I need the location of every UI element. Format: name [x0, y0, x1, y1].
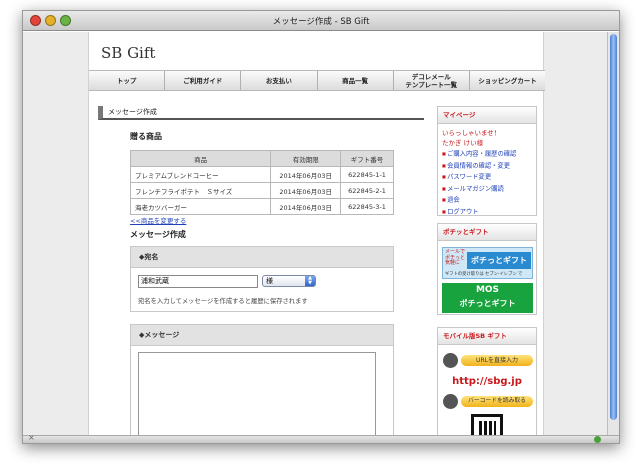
honorific-value: 様	[266, 277, 273, 285]
nav-payment[interactable]: お支払い	[241, 71, 318, 90]
nav-templates[interactable]: デコレメール テンプレート一覧	[394, 71, 470, 90]
message-create-heading: メッセージ作成	[130, 230, 186, 239]
gift-items-table: 商品 有効期限 ギフト番号 プレミアムブレンドコーヒー 2014年06月03日 …	[129, 150, 394, 215]
pochi-gift-title: ポチッとギフト	[438, 224, 536, 241]
mypage-link-unsubscribe[interactable]: 退会	[442, 194, 536, 206]
mypage-link-logout[interactable]: ログアウト	[442, 206, 536, 218]
welcome-text: いらっしゃいませ！	[442, 129, 501, 137]
pochi-brand-label: ポチっとギフト	[467, 252, 531, 269]
recipient-label: ◆宛名	[130, 246, 394, 268]
page-content: SB Gift トップ ご利用ガイド お支払い 商品一覧 デコレメール テンプレ…	[88, 32, 545, 435]
column-header: ギフト番号	[340, 150, 394, 167]
mypage-box: マイページ いらっしゃいませ！ たかぎ けい様 ご購入内容・履歴の確認 会員情報…	[437, 106, 537, 216]
status-bar: ×	[23, 433, 619, 443]
page-title: メッセージ作成	[98, 106, 424, 120]
column-header: 有効期限	[270, 150, 342, 167]
mypage-link-password[interactable]: パスワード変更	[442, 171, 536, 183]
pochi-gift-box: ポチッとギフト メールで ポチっと 気軽に ポチっとギフト ギフトの受け取りは …	[437, 223, 537, 315]
vertical-scrollbar[interactable]	[607, 32, 619, 435]
gift-number: 622845-3-1	[340, 198, 394, 215]
banner-footer: ギフトの受け取りは セブン-イレブン で	[445, 272, 523, 277]
expiry-date: 2014年06月03日	[270, 166, 342, 183]
mobile-box: モバイル版SB ギフト URLを直接入力 http://sbg.jp バーコード…	[437, 327, 537, 435]
page-viewport: SB Gift トップ ご利用ガイド お支払い 商品一覧 デコレメール テンプレ…	[23, 32, 607, 435]
select-arrows-icon: ▲ ▼	[305, 276, 315, 286]
nav-top[interactable]: トップ	[89, 71, 166, 90]
window-title: メッセージ作成 - SB Gift	[272, 17, 370, 27]
mypage-link-history[interactable]: ご購入内容・履歴の確認	[442, 148, 536, 160]
scrollbar-thumb[interactable]	[610, 34, 617, 420]
gift-number: 622845-1-1	[340, 166, 394, 183]
banner-side-text: メールで ポチっと 気軽に	[445, 249, 466, 266]
table-row: 海老カツバーガー 2014年06月03日 622845-3-1	[129, 198, 394, 215]
browser-window: メッセージ作成 - SB Gift SB Gift トップ ご利用ガイド お支払…	[22, 10, 620, 444]
nav-guide[interactable]: ご利用ガイド	[165, 71, 242, 90]
message-textarea[interactable]	[138, 352, 376, 435]
mypage-title: マイページ	[438, 107, 536, 124]
mos-pochi-label: ポチっとギフト	[459, 299, 516, 308]
pochi-mos-banner[interactable]: MOS ポチっとギフト	[442, 283, 533, 313]
expiry-date: 2014年06月03日	[270, 182, 342, 199]
site-logo[interactable]: SB Gift	[101, 44, 155, 62]
product-name: フレンチフライポテト Ｓサイズ	[129, 182, 272, 199]
gift-number: 622845-2-1	[340, 182, 394, 199]
column-header: 商品	[129, 150, 272, 167]
table-row: フレンチフライポテト Ｓサイズ 2014年06月03日 622845-2-1	[129, 182, 394, 199]
mobile-url[interactable]: http://sbg.jp	[438, 376, 536, 387]
phone-icon	[443, 353, 458, 368]
honorific-select[interactable]: 様 ▲ ▼	[262, 275, 316, 287]
barcode-read-button[interactable]: バーコードを読み取る	[443, 394, 533, 409]
nav-cart[interactable]: ショッピングカート	[470, 71, 545, 90]
recipient-name-input[interactable]: 浦和武蔵	[138, 275, 258, 288]
main-nav: トップ ご利用ガイド お支払い 商品一覧 デコレメール テンプレート一覧 ショッ…	[89, 70, 545, 91]
camera-icon	[443, 394, 458, 409]
user-name: たかぎ けい様	[442, 139, 484, 147]
close-icon[interactable]: ×	[28, 433, 35, 442]
mypage-links: ご購入内容・履歴の確認 会員情報の確認・変更 パスワード変更 メールマガジン購読…	[438, 148, 536, 217]
recipient-panel: 浦和武蔵 様 ▲ ▼ 宛名を入力してメッセージを作成すると履歴に保存されます	[130, 268, 394, 312]
pochi-seven-banner[interactable]: メールで ポチっと 気軽に ポチっとギフト ギフトの受け取りは セブン-イレブン…	[442, 247, 533, 279]
status-indicator-icon	[594, 436, 601, 443]
message-panel	[130, 346, 394, 435]
change-items-link[interactable]: <<商品を変更する	[130, 215, 186, 225]
product-name: プレミアムブレンドコーヒー	[129, 166, 272, 183]
mypage-link-profile[interactable]: 会員情報の確認・変更	[442, 160, 536, 172]
table-header-row: 商品 有効期限 ギフト番号	[129, 150, 394, 167]
message-label: ◆メッセージ	[130, 324, 394, 346]
qr-code	[471, 414, 503, 435]
url-input-button[interactable]: URLを直接入力	[443, 353, 533, 368]
table-row: プレミアムブレンドコーヒー 2014年06月03日 622845-1-1	[129, 166, 394, 183]
url-button-label: URLを直接入力	[461, 355, 533, 366]
mos-logo: MOS	[475, 285, 500, 295]
mobile-title: モバイル版SB ギフト	[438, 328, 536, 345]
title-bar: メッセージ作成 - SB Gift	[23, 11, 619, 31]
recipient-note: 宛名を入力してメッセージを作成すると履歴に保存されます	[138, 298, 308, 305]
nav-products[interactable]: 商品一覧	[318, 71, 394, 90]
gift-items-heading: 贈る商品	[130, 132, 162, 141]
mypage-link-newsletter[interactable]: メールマガジン購読	[442, 183, 536, 195]
expiry-date: 2014年06月03日	[270, 198, 342, 215]
product-name: 海老カツバーガー	[129, 198, 272, 215]
barcode-button-label: バーコードを読み取る	[461, 396, 533, 407]
